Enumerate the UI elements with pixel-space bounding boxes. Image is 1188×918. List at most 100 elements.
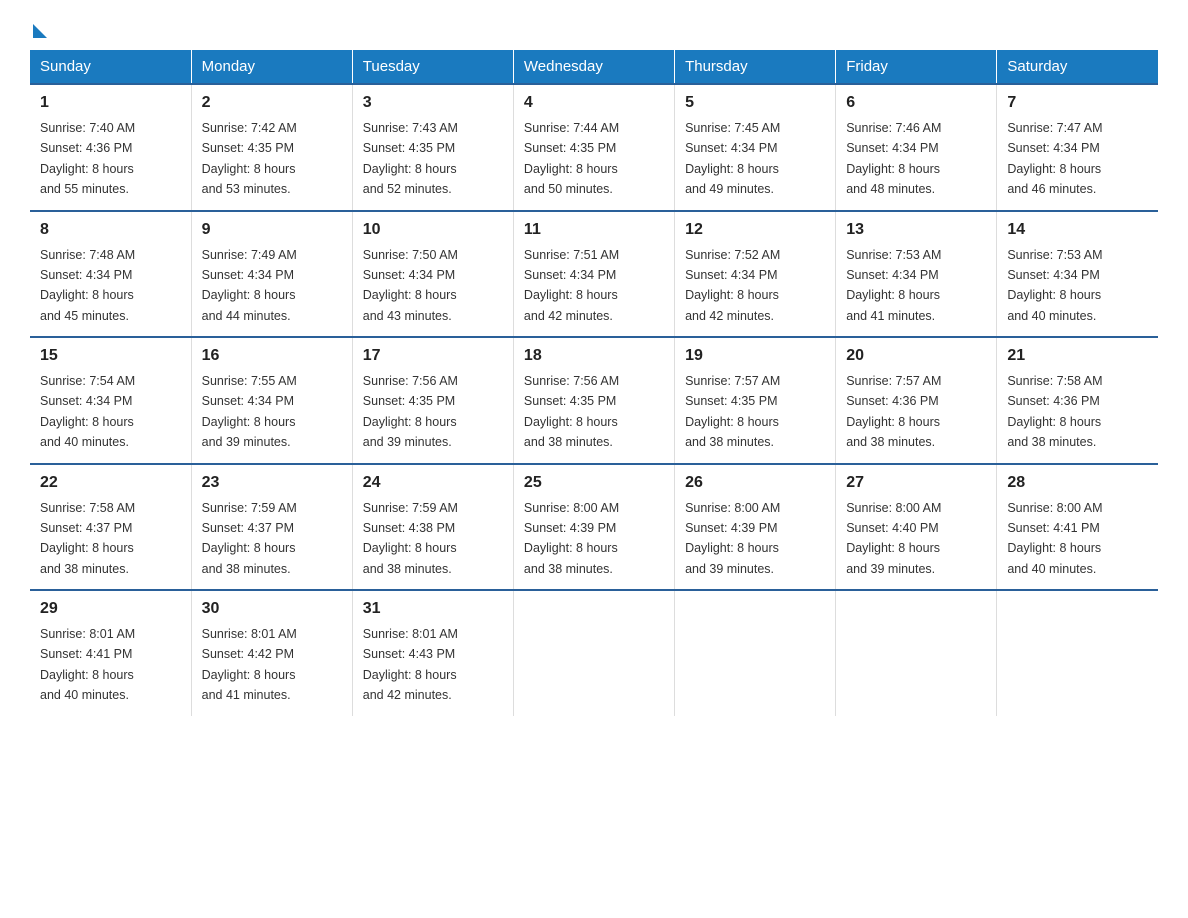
day-info: Sunrise: 7:49 AMSunset: 4:34 PMDaylight:… [202, 248, 297, 323]
day-number: 3 [363, 91, 503, 115]
day-cell: 3 Sunrise: 7:43 AMSunset: 4:35 PMDayligh… [352, 84, 513, 211]
day-number: 29 [40, 597, 181, 621]
day-cell: 16 Sunrise: 7:55 AMSunset: 4:34 PMDaylig… [191, 337, 352, 464]
day-cell: 19 Sunrise: 7:57 AMSunset: 4:35 PMDaylig… [675, 337, 836, 464]
day-cell: 6 Sunrise: 7:46 AMSunset: 4:34 PMDayligh… [836, 84, 997, 211]
day-number: 8 [40, 218, 181, 242]
day-info: Sunrise: 7:44 AMSunset: 4:35 PMDaylight:… [524, 121, 619, 196]
day-info: Sunrise: 7:56 AMSunset: 4:35 PMDaylight:… [524, 374, 619, 449]
day-info: Sunrise: 7:54 AMSunset: 4:34 PMDaylight:… [40, 374, 135, 449]
weekday-header-monday: Monday [191, 50, 352, 84]
day-info: Sunrise: 7:56 AMSunset: 4:35 PMDaylight:… [363, 374, 458, 449]
week-row-3: 15 Sunrise: 7:54 AMSunset: 4:34 PMDaylig… [30, 337, 1158, 464]
day-number: 28 [1007, 471, 1148, 495]
day-cell [836, 590, 997, 716]
day-cell: 30 Sunrise: 8:01 AMSunset: 4:42 PMDaylig… [191, 590, 352, 716]
day-number: 5 [685, 91, 825, 115]
day-number: 15 [40, 344, 181, 368]
day-cell: 8 Sunrise: 7:48 AMSunset: 4:34 PMDayligh… [30, 211, 191, 338]
day-number: 2 [202, 91, 342, 115]
day-number: 25 [524, 471, 664, 495]
day-info: Sunrise: 8:01 AMSunset: 4:42 PMDaylight:… [202, 627, 297, 702]
day-cell: 1 Sunrise: 7:40 AMSunset: 4:36 PMDayligh… [30, 84, 191, 211]
day-number: 22 [40, 471, 181, 495]
day-cell: 21 Sunrise: 7:58 AMSunset: 4:36 PMDaylig… [997, 337, 1158, 464]
day-cell: 9 Sunrise: 7:49 AMSunset: 4:34 PMDayligh… [191, 211, 352, 338]
day-number: 21 [1007, 344, 1148, 368]
day-info: Sunrise: 7:51 AMSunset: 4:34 PMDaylight:… [524, 248, 619, 323]
day-info: Sunrise: 7:57 AMSunset: 4:36 PMDaylight:… [846, 374, 941, 449]
day-info: Sunrise: 8:00 AMSunset: 4:40 PMDaylight:… [846, 501, 941, 576]
day-info: Sunrise: 7:55 AMSunset: 4:34 PMDaylight:… [202, 374, 297, 449]
weekday-header-row: SundayMondayTuesdayWednesdayThursdayFrid… [30, 50, 1158, 84]
day-number: 1 [40, 91, 181, 115]
day-info: Sunrise: 8:00 AMSunset: 4:41 PMDaylight:… [1007, 501, 1102, 576]
day-cell: 14 Sunrise: 7:53 AMSunset: 4:34 PMDaylig… [997, 211, 1158, 338]
day-info: Sunrise: 8:00 AMSunset: 4:39 PMDaylight:… [685, 501, 780, 576]
day-number: 9 [202, 218, 342, 242]
day-cell: 23 Sunrise: 7:59 AMSunset: 4:37 PMDaylig… [191, 464, 352, 591]
day-info: Sunrise: 8:01 AMSunset: 4:43 PMDaylight:… [363, 627, 458, 702]
day-cell [997, 590, 1158, 716]
day-cell: 2 Sunrise: 7:42 AMSunset: 4:35 PMDayligh… [191, 84, 352, 211]
day-cell: 7 Sunrise: 7:47 AMSunset: 4:34 PMDayligh… [997, 84, 1158, 211]
day-info: Sunrise: 7:47 AMSunset: 4:34 PMDaylight:… [1007, 121, 1102, 196]
day-cell: 28 Sunrise: 8:00 AMSunset: 4:41 PMDaylig… [997, 464, 1158, 591]
day-cell: 27 Sunrise: 8:00 AMSunset: 4:40 PMDaylig… [836, 464, 997, 591]
day-number: 11 [524, 218, 664, 242]
day-info: Sunrise: 7:43 AMSunset: 4:35 PMDaylight:… [363, 121, 458, 196]
day-info: Sunrise: 7:53 AMSunset: 4:34 PMDaylight:… [1007, 248, 1102, 323]
day-cell: 11 Sunrise: 7:51 AMSunset: 4:34 PMDaylig… [513, 211, 674, 338]
day-info: Sunrise: 8:00 AMSunset: 4:39 PMDaylight:… [524, 501, 619, 576]
day-cell: 24 Sunrise: 7:59 AMSunset: 4:38 PMDaylig… [352, 464, 513, 591]
day-info: Sunrise: 7:58 AMSunset: 4:36 PMDaylight:… [1007, 374, 1102, 449]
day-cell [513, 590, 674, 716]
day-number: 12 [685, 218, 825, 242]
day-number: 20 [846, 344, 986, 368]
week-row-2: 8 Sunrise: 7:48 AMSunset: 4:34 PMDayligh… [30, 211, 1158, 338]
header [30, 20, 1158, 32]
weekday-header-friday: Friday [836, 50, 997, 84]
day-info: Sunrise: 7:59 AMSunset: 4:37 PMDaylight:… [202, 501, 297, 576]
weekday-header-saturday: Saturday [997, 50, 1158, 84]
day-cell: 20 Sunrise: 7:57 AMSunset: 4:36 PMDaylig… [836, 337, 997, 464]
week-row-4: 22 Sunrise: 7:58 AMSunset: 4:37 PMDaylig… [30, 464, 1158, 591]
day-cell: 13 Sunrise: 7:53 AMSunset: 4:34 PMDaylig… [836, 211, 997, 338]
day-cell: 15 Sunrise: 7:54 AMSunset: 4:34 PMDaylig… [30, 337, 191, 464]
day-info: Sunrise: 7:45 AMSunset: 4:34 PMDaylight:… [685, 121, 780, 196]
day-info: Sunrise: 8:01 AMSunset: 4:41 PMDaylight:… [40, 627, 135, 702]
day-number: 10 [363, 218, 503, 242]
day-cell: 17 Sunrise: 7:56 AMSunset: 4:35 PMDaylig… [352, 337, 513, 464]
day-cell: 25 Sunrise: 8:00 AMSunset: 4:39 PMDaylig… [513, 464, 674, 591]
day-cell: 31 Sunrise: 8:01 AMSunset: 4:43 PMDaylig… [352, 590, 513, 716]
day-info: Sunrise: 7:59 AMSunset: 4:38 PMDaylight:… [363, 501, 458, 576]
day-info: Sunrise: 7:53 AMSunset: 4:34 PMDaylight:… [846, 248, 941, 323]
day-info: Sunrise: 7:50 AMSunset: 4:34 PMDaylight:… [363, 248, 458, 323]
weekday-header-thursday: Thursday [675, 50, 836, 84]
day-number: 31 [363, 597, 503, 621]
logo-triangle-icon [33, 24, 47, 38]
day-cell: 18 Sunrise: 7:56 AMSunset: 4:35 PMDaylig… [513, 337, 674, 464]
day-cell: 5 Sunrise: 7:45 AMSunset: 4:34 PMDayligh… [675, 84, 836, 211]
day-number: 24 [363, 471, 503, 495]
day-number: 13 [846, 218, 986, 242]
day-number: 14 [1007, 218, 1148, 242]
day-info: Sunrise: 7:52 AMSunset: 4:34 PMDaylight:… [685, 248, 780, 323]
day-info: Sunrise: 7:48 AMSunset: 4:34 PMDaylight:… [40, 248, 135, 323]
weekday-header-tuesday: Tuesday [352, 50, 513, 84]
day-info: Sunrise: 7:42 AMSunset: 4:35 PMDaylight:… [202, 121, 297, 196]
day-info: Sunrise: 7:57 AMSunset: 4:35 PMDaylight:… [685, 374, 780, 449]
day-number: 17 [363, 344, 503, 368]
day-number: 16 [202, 344, 342, 368]
week-row-1: 1 Sunrise: 7:40 AMSunset: 4:36 PMDayligh… [30, 84, 1158, 211]
day-cell [675, 590, 836, 716]
day-cell: 29 Sunrise: 8:01 AMSunset: 4:41 PMDaylig… [30, 590, 191, 716]
weekday-header-wednesday: Wednesday [513, 50, 674, 84]
logo [30, 20, 47, 32]
week-row-5: 29 Sunrise: 8:01 AMSunset: 4:41 PMDaylig… [30, 590, 1158, 716]
day-info: Sunrise: 7:40 AMSunset: 4:36 PMDaylight:… [40, 121, 135, 196]
day-cell: 12 Sunrise: 7:52 AMSunset: 4:34 PMDaylig… [675, 211, 836, 338]
day-number: 4 [524, 91, 664, 115]
day-cell: 4 Sunrise: 7:44 AMSunset: 4:35 PMDayligh… [513, 84, 674, 211]
day-number: 19 [685, 344, 825, 368]
